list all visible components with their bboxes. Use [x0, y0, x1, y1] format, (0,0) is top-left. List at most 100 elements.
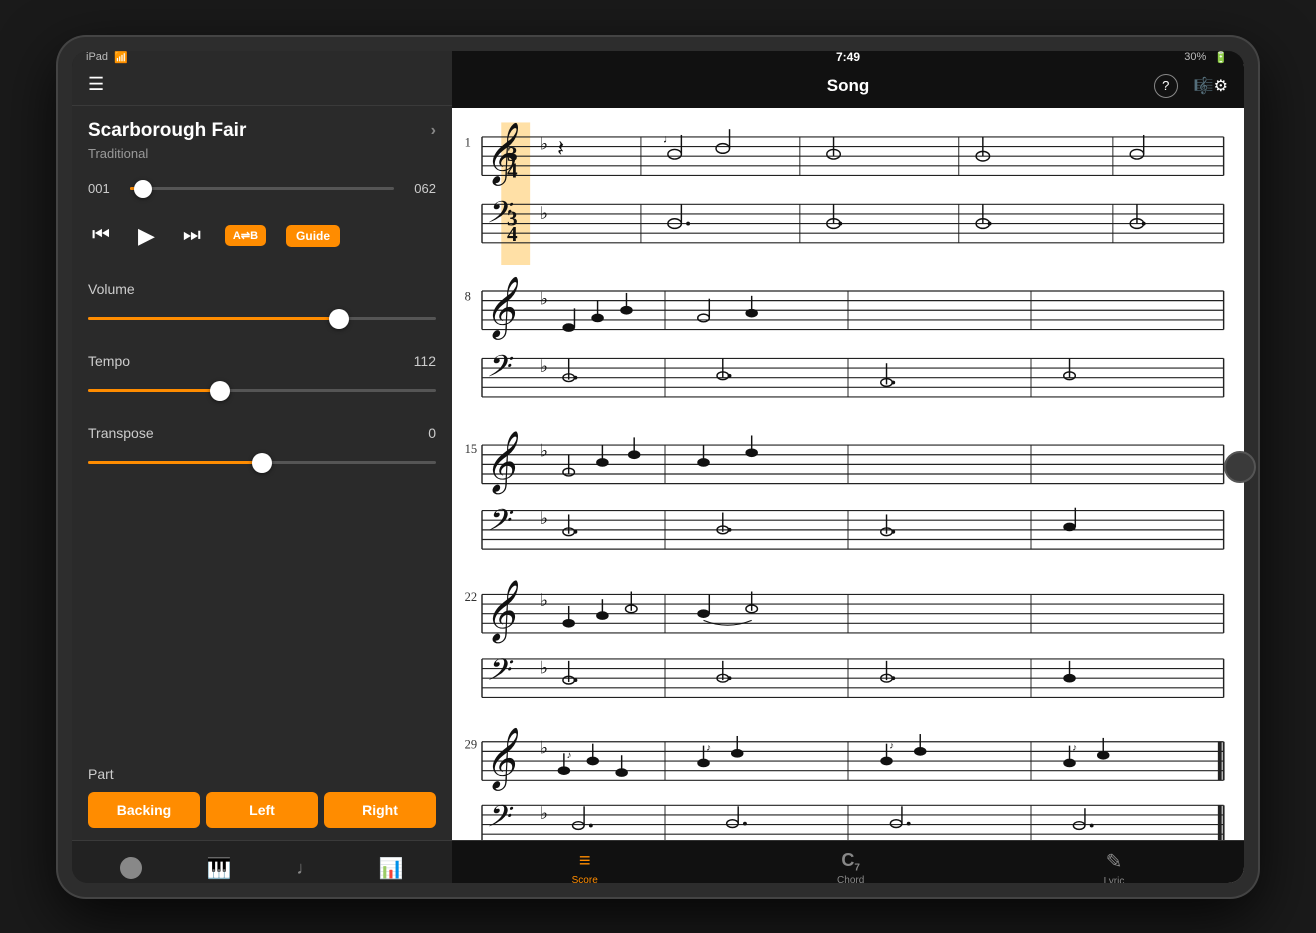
position-slider[interactable] — [130, 179, 394, 199]
record-icon — [120, 857, 142, 879]
record-tab[interactable] — [120, 857, 142, 879]
tempo-track — [88, 389, 436, 392]
volume-track — [88, 317, 436, 320]
svg-text:♪: ♪ — [567, 750, 572, 761]
svg-text:♭: ♭ — [540, 509, 548, 528]
lyric-label: Lyric — [1104, 876, 1125, 883]
svg-text:♪: ♪ — [889, 740, 894, 751]
settings-music-button[interactable]: 🎼⚙ — [1194, 74, 1228, 98]
svg-text:1: 1 — [465, 135, 471, 149]
instrument-icon: 🎹 — [207, 856, 232, 881]
svg-text:♭: ♭ — [540, 134, 548, 153]
left-panel: ☰ Scarborough Fair › Traditional 001 — [72, 64, 452, 883]
wifi-icon: 📶 — [114, 51, 128, 64]
position-track — [130, 187, 394, 190]
svg-text:4: 4 — [507, 221, 518, 245]
position-end: 062 — [406, 181, 436, 196]
right-button[interactable]: Right — [324, 792, 436, 828]
lyric-icon: ✎ — [1106, 849, 1123, 874]
svg-text:𝄞: 𝄞 — [484, 580, 519, 644]
svg-text:♩: ♩ — [663, 133, 675, 145]
svg-text:𝄽: 𝄽 — [557, 135, 564, 161]
svg-text:♭: ♭ — [540, 356, 548, 375]
status-time: 7:49 — [836, 51, 860, 65]
nav-bar: ☰ — [72, 64, 452, 106]
part-section: Part Backing Left Right — [72, 754, 452, 840]
song-info: Scarborough Fair › Traditional — [72, 106, 452, 171]
svg-text:22: 22 — [465, 590, 478, 604]
tempo-section: Tempo 112 — [72, 337, 452, 409]
song-title-row: Scarborough Fair › — [88, 120, 436, 142]
chord-label: Chord — [837, 875, 864, 882]
score-icon: ≡ — [579, 850, 591, 873]
transpose-section: Transpose 0 — [72, 409, 452, 481]
volume-fill — [88, 317, 339, 320]
transpose-thumb[interactable] — [252, 453, 272, 473]
hamburger-menu[interactable]: ☰ — [88, 74, 104, 95]
help-button[interactable]: ? — [1154, 74, 1178, 98]
score-icons: ? 🎼⚙ — [1154, 74, 1228, 98]
chord-icon: C7 — [841, 850, 860, 874]
transpose-slider[interactable] — [88, 453, 436, 473]
backing-button[interactable]: Backing — [88, 792, 200, 828]
chevron-right-icon[interactable]: › — [431, 122, 436, 140]
rewind-button[interactable]: ⏮ — [88, 220, 114, 251]
volume-label: Volume — [88, 281, 436, 297]
svg-text:𝄞: 𝄞 — [484, 430, 519, 494]
battery-icon: 🔋 — [1214, 51, 1228, 64]
instrument-tab[interactable]: 🎹 — [207, 856, 232, 881]
svg-text:29: 29 — [465, 737, 478, 751]
score-title-bar: Song ? 🎼⚙ — [452, 64, 1244, 108]
position-bar: 001 062 — [72, 171, 452, 207]
metronome-tab[interactable]: ♩ — [296, 858, 314, 879]
volume-thumb[interactable] — [329, 309, 349, 329]
part-label: Part — [88, 766, 436, 782]
transpose-track — [88, 461, 436, 464]
svg-text:♭: ♭ — [540, 803, 548, 822]
lyric-tab[interactable]: ✎ Lyric — [1104, 849, 1125, 883]
svg-text:♭: ♭ — [540, 289, 548, 308]
transport-controls: ⏮ ▶ ⏭ A⇌B Guide — [72, 207, 452, 265]
svg-text:♭: ♭ — [540, 441, 548, 460]
svg-text:15: 15 — [465, 441, 478, 455]
mixer-tab[interactable]: 📊 — [379, 856, 404, 881]
play-button[interactable]: ▶ — [134, 219, 159, 253]
svg-text:𝄢: 𝄢 — [485, 503, 514, 544]
tempo-thumb[interactable] — [210, 381, 230, 401]
home-button[interactable] — [1224, 451, 1256, 483]
battery-indicator: 30% — [1184, 51, 1206, 63]
fast-forward-button[interactable]: ⏭ — [179, 220, 205, 251]
score-wrapper: 1 𝄞 — [452, 108, 1244, 840]
chord-tab[interactable]: C7 Chord — [837, 850, 864, 883]
ipad-screen: iPad 📶 7:49 30% 🔋 ☰ S — [72, 51, 1244, 883]
tempo-value: 112 — [414, 353, 436, 369]
guide-button[interactable]: Guide — [286, 225, 340, 247]
score-title: Song — [827, 76, 870, 96]
position-thumb[interactable] — [134, 180, 152, 198]
volume-slider[interactable] — [88, 309, 436, 329]
song-subtitle: Traditional — [88, 146, 436, 161]
svg-text:4: 4 — [507, 158, 518, 182]
song-title-text: Scarborough Fair — [88, 120, 246, 142]
ipad-label: iPad — [86, 51, 108, 63]
right-panel: Song ? 🎼⚙ 1 — [452, 64, 1244, 883]
metronome-icon: ♩ — [296, 858, 314, 879]
svg-text:𝄢: 𝄢 — [485, 349, 514, 390]
score-bottom-nav: ≡ Score C7 Chord ✎ Lyric — [452, 840, 1244, 883]
left-button[interactable]: Left — [206, 792, 318, 828]
position-start: 001 — [88, 181, 118, 196]
main-content: ☰ Scarborough Fair › Traditional 001 — [72, 64, 1244, 883]
svg-text:♪: ♪ — [706, 742, 711, 753]
svg-text:𝄞: 𝄞 — [484, 276, 519, 340]
tempo-slider[interactable] — [88, 381, 436, 401]
transpose-label-row: Transpose 0 — [88, 425, 436, 441]
transpose-value: 0 — [428, 425, 436, 441]
ab-button[interactable]: A⇌B — [225, 225, 266, 246]
volume-section: Volume — [72, 265, 452, 337]
score-tab[interactable]: ≡ Score — [572, 850, 598, 883]
score-label: Score — [572, 875, 598, 883]
svg-text:♭: ♭ — [540, 590, 548, 609]
tempo-fill — [88, 389, 220, 392]
svg-text:𝄞: 𝄞 — [484, 727, 519, 791]
tempo-label-row: Tempo 112 — [88, 353, 436, 369]
